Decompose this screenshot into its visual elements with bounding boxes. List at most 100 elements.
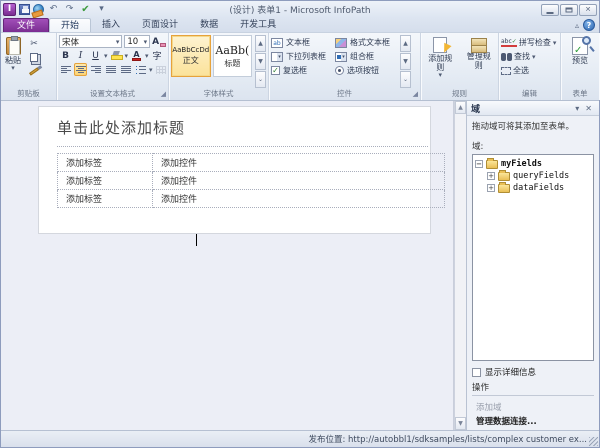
control-rich-text-box[interactable]: 格式文本框 — [335, 36, 399, 49]
gridlines-button[interactable] — [155, 63, 168, 76]
show-details-checkbox[interactable] — [472, 367, 481, 377]
close-button[interactable]: ✕ — [579, 3, 597, 16]
align-left-button[interactable] — [59, 63, 72, 76]
spelling-button[interactable]: abc✓ 拼写检查 ▾ — [501, 36, 556, 49]
page-title-placeholder[interactable]: 单击此处添加标题 — [57, 113, 430, 146]
pane-menu-icon[interactable]: ▾ — [572, 104, 582, 113]
align-right-button[interactable] — [89, 63, 102, 76]
expand-expander-icon[interactable]: + — [487, 171, 495, 180]
tree-item-datafields[interactable]: + dataFields — [487, 182, 591, 193]
tab-page-design[interactable]: 页面设计 — [131, 18, 189, 32]
underline-dropdown-icon[interactable]: ▾ — [104, 52, 108, 59]
tab-developer[interactable]: 开发工具 — [229, 18, 287, 32]
manage-rules-button[interactable]: 管理规则 — [462, 35, 497, 88]
tree-item-myfields[interactable]: − myFields — [475, 158, 591, 169]
form-canvas[interactable]: 单击此处添加标题 添加标签 添加控件 添加标签 添加控件 添加标签 添加控件 — [1, 101, 454, 430]
window-controls: ✕ — [541, 3, 597, 16]
preview-button[interactable]: ✓ 预览 — [570, 35, 595, 88]
group-label-clipboard: 剪贴板 — [17, 89, 40, 98]
show-details-row[interactable]: 显示详细信息 — [472, 366, 594, 378]
actions-heading: 操作 — [472, 381, 594, 396]
style-title[interactable]: AaBb( 标题 — [212, 35, 253, 77]
bullet-list-dropdown-icon[interactable]: ▾ — [149, 66, 153, 73]
format-text-dialog-launcher-icon[interactable]: ◢ — [161, 91, 166, 98]
add-rule-button[interactable]: 添加规则 ▾ — [423, 35, 458, 88]
vertical-scrollbar[interactable]: ▲ ▼ — [454, 101, 466, 430]
title-bar: I ↶ ↷ ✔ ▾ (设计) 表单1 - Microsoft InfoPath … — [1, 1, 599, 18]
fields-pane-header: 域 ▾ ✕ — [467, 101, 599, 116]
control-text-box[interactable]: ab 文本框 — [271, 36, 335, 49]
font-size-select[interactable]: 10 ▾ — [124, 35, 151, 48]
controls-scroll-up-icon[interactable]: ▲ — [400, 35, 411, 52]
add-control-cell[interactable]: 添加控件 — [152, 189, 445, 208]
character-format-button[interactable]: 字 — [151, 49, 164, 62]
find-label: 查找 — [514, 52, 530, 61]
cut-button[interactable]: ✂ — [23, 37, 45, 50]
style-normal[interactable]: AaBbCcDd 正文 — [171, 35, 211, 77]
italic-button[interactable]: I — [74, 49, 87, 62]
minimize-button[interactable] — [541, 3, 559, 16]
paste-button[interactable]: 粘贴 ▾ — [3, 35, 23, 88]
publish-location-text: 发布位置: http://autobbl1/sdksamples/lists/c… — [308, 435, 587, 445]
styles-more-icon[interactable]: ⌄ — [255, 71, 266, 88]
clear-formatting-button[interactable]: A — [152, 35, 167, 48]
help-icon[interactable]: ? — [583, 19, 595, 31]
redo-icon[interactable]: ↷ — [63, 3, 76, 16]
bullet-list-button[interactable] — [134, 63, 147, 76]
controls-scroll-down-icon[interactable]: ▼ — [400, 53, 411, 70]
quick-publish-icon[interactable] — [33, 4, 44, 15]
underline-button[interactable]: U — [89, 49, 102, 62]
add-control-cell[interactable]: 添加控件 — [152, 153, 445, 172]
manage-data-connections-link[interactable]: 管理数据连接... — [476, 415, 594, 427]
scroll-up-icon[interactable]: ▲ — [455, 101, 466, 114]
style-title-preview: AaBb( — [215, 43, 250, 57]
add-rule-dropdown-icon[interactable]: ▾ — [438, 72, 442, 79]
format-painter-button[interactable] — [23, 65, 45, 78]
add-control-cell[interactable]: 添加控件 — [152, 171, 445, 190]
resize-grip[interactable] — [589, 437, 598, 446]
expand-expander-icon[interactable]: + — [487, 183, 495, 192]
tab-file[interactable]: 文件 — [3, 18, 50, 32]
form-page[interactable]: 单击此处添加标题 添加标签 添加控件 添加标签 添加控件 添加标签 添加控件 — [38, 106, 445, 234]
control-dropdown-list[interactable]: 下拉列表框 — [271, 50, 335, 63]
font-name-select[interactable]: 宋体 ▾ — [59, 35, 123, 48]
infopath-app-icon[interactable]: I — [3, 3, 16, 16]
collapse-expander-icon[interactable]: − — [475, 159, 483, 168]
highlight-dropdown-icon[interactable]: ▾ — [125, 52, 129, 59]
highlight-button[interactable] — [110, 49, 124, 62]
add-label-cell[interactable]: 添加标签 — [57, 189, 153, 208]
design-checker-icon[interactable]: ✔ — [79, 3, 92, 16]
control-option-button[interactable]: 选项按钮 — [335, 64, 399, 77]
controls-more-icon[interactable]: ⌄ — [400, 71, 411, 88]
undo-icon[interactable]: ↶ — [47, 3, 60, 16]
font-color-dropdown-icon[interactable]: ▾ — [145, 52, 149, 59]
clear-formatting-icon: A — [152, 37, 167, 47]
maximize-button[interactable] — [560, 3, 578, 16]
tab-data[interactable]: 数据 — [189, 18, 229, 32]
control-check-box[interactable]: ✓ 复选框 — [271, 64, 335, 77]
qat-customize-icon[interactable]: ▾ — [95, 3, 108, 16]
find-button[interactable]: 查找 ▾ — [501, 50, 556, 63]
control-combo-box[interactable]: 组合框 — [335, 50, 399, 63]
tab-home[interactable]: 开始 — [49, 18, 92, 32]
bold-button[interactable]: B — [59, 49, 72, 62]
tree-item-queryfields[interactable]: + queryFields — [487, 170, 591, 181]
collapse-ribbon-icon[interactable]: ▵ — [575, 21, 579, 30]
font-color-button[interactable]: A — [130, 49, 143, 62]
paste-dropdown-icon[interactable]: ▾ — [11, 65, 15, 72]
add-label-cell[interactable]: 添加标签 — [57, 153, 153, 172]
tab-insert[interactable]: 插入 — [91, 18, 131, 32]
styles-scroll-down-icon[interactable]: ▼ — [255, 53, 266, 70]
select-all-button[interactable]: 全选 — [501, 64, 556, 77]
scroll-down-icon[interactable]: ▼ — [455, 417, 466, 430]
decrease-indent-button[interactable] — [104, 63, 117, 76]
align-center-button[interactable] — [74, 63, 87, 76]
controls-dialog-launcher-icon[interactable]: ◢ — [413, 91, 418, 98]
add-label-cell[interactable]: 添加标签 — [57, 171, 153, 190]
pane-close-icon[interactable]: ✕ — [582, 104, 595, 113]
increase-indent-button[interactable] — [119, 63, 132, 76]
fields-tree[interactable]: − myFields + queryFields + dataFields — [472, 154, 594, 361]
styles-scroll-up-icon[interactable]: ▲ — [255, 35, 266, 52]
copy-button[interactable] — [23, 51, 45, 64]
save-icon[interactable] — [19, 4, 30, 15]
